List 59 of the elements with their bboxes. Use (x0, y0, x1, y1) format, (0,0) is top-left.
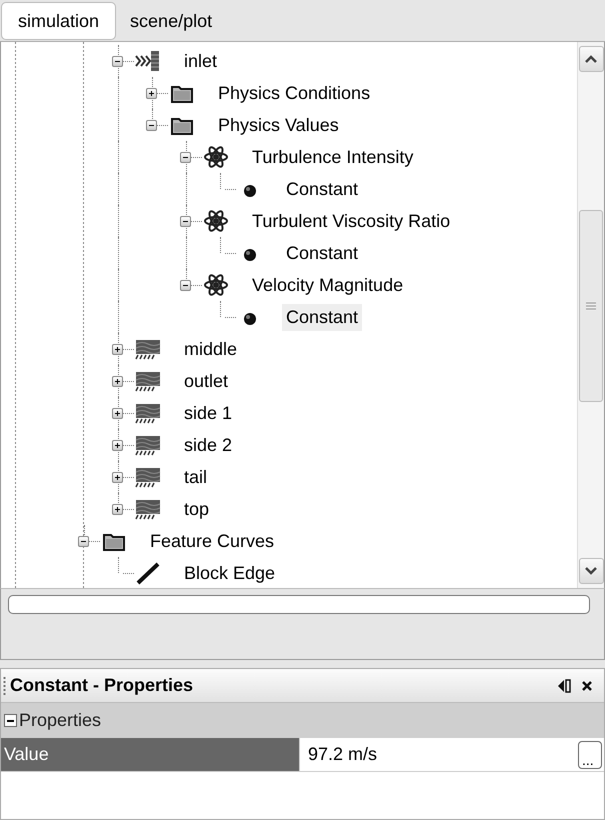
surface-icon (134, 465, 162, 489)
tree-item[interactable]: middle (180, 336, 242, 362)
tree-item[interactable]: Turbulent Viscosity Ratio (248, 208, 454, 234)
tree-item[interactable]: side 1 (180, 400, 236, 426)
line-icon (134, 561, 162, 585)
collapse-toggle[interactable] (4, 714, 17, 727)
pin-icon (557, 678, 571, 692)
scroll-down-button[interactable] (578, 558, 604, 584)
atom-icon (202, 273, 230, 297)
tab[interactable]: simulation (1, 2, 116, 40)
panel-title: Constant - Properties (10, 675, 194, 696)
collapse-toggle[interactable] (146, 120, 157, 130)
tab[interactable]: scene/plot (116, 2, 226, 40)
grip-icon (586, 302, 596, 310)
expand-toggle[interactable] (112, 344, 123, 354)
expand-toggle[interactable] (112, 376, 123, 386)
grip-icon (3, 676, 6, 696)
close-icon (581, 680, 593, 692)
tree-item[interactable]: outlet (180, 368, 232, 394)
chevron-up-icon (584, 54, 598, 64)
collapse-toggle[interactable] (180, 216, 191, 226)
value-text: 97.2 m/s (308, 744, 378, 765)
tree-item[interactable]: Turbulence Intensity (248, 144, 418, 170)
collapse-toggle[interactable] (78, 536, 89, 546)
tree-item[interactable]: Feature Curves (146, 528, 278, 554)
expand-toggle[interactable] (112, 440, 123, 450)
chevrons-wall-icon (134, 49, 162, 73)
tree-item[interactable]: Constant (282, 176, 362, 202)
surface-icon (134, 401, 162, 425)
surface-icon (134, 497, 162, 521)
property-name: Value (1, 738, 299, 771)
chevron-down-icon (584, 566, 598, 576)
tree-item[interactable]: Velocity Magnitude (248, 272, 408, 298)
tree-item[interactable]: Physics Conditions (214, 80, 374, 106)
expand-toggle[interactable] (112, 408, 123, 418)
tree-item[interactable]: side 2 (180, 432, 236, 458)
tree-item[interactable]: Constant (282, 240, 362, 266)
tree-item[interactable]: tail (180, 464, 212, 490)
atom-icon (202, 145, 230, 169)
atom-icon (202, 209, 230, 233)
tree-item[interactable]: Physics Values (214, 112, 343, 138)
scroll-thumb[interactable] (579, 210, 603, 402)
collapse-toggle[interactable] (180, 152, 191, 162)
surface-icon (134, 337, 162, 361)
surface-icon (134, 369, 162, 393)
scroll-up-button[interactable] (578, 46, 604, 72)
tree-item[interactable]: top (180, 496, 214, 522)
tree-item[interactable]: Constant (282, 304, 362, 330)
property-value[interactable]: 97.2 m/s ... (299, 738, 604, 771)
section-label: Properties (19, 710, 102, 731)
collapse-toggle[interactable] (112, 56, 123, 66)
browse-button[interactable]: ... (578, 740, 602, 768)
surface-icon (134, 433, 162, 457)
tree-item[interactable]: inlet (180, 48, 222, 74)
expand-toggle[interactable] (146, 88, 157, 98)
tree-item[interactable]: Block Edge (180, 560, 280, 586)
collapse-toggle[interactable] (180, 280, 191, 290)
expand-toggle[interactable] (112, 504, 123, 514)
expand-toggle[interactable] (112, 472, 123, 482)
